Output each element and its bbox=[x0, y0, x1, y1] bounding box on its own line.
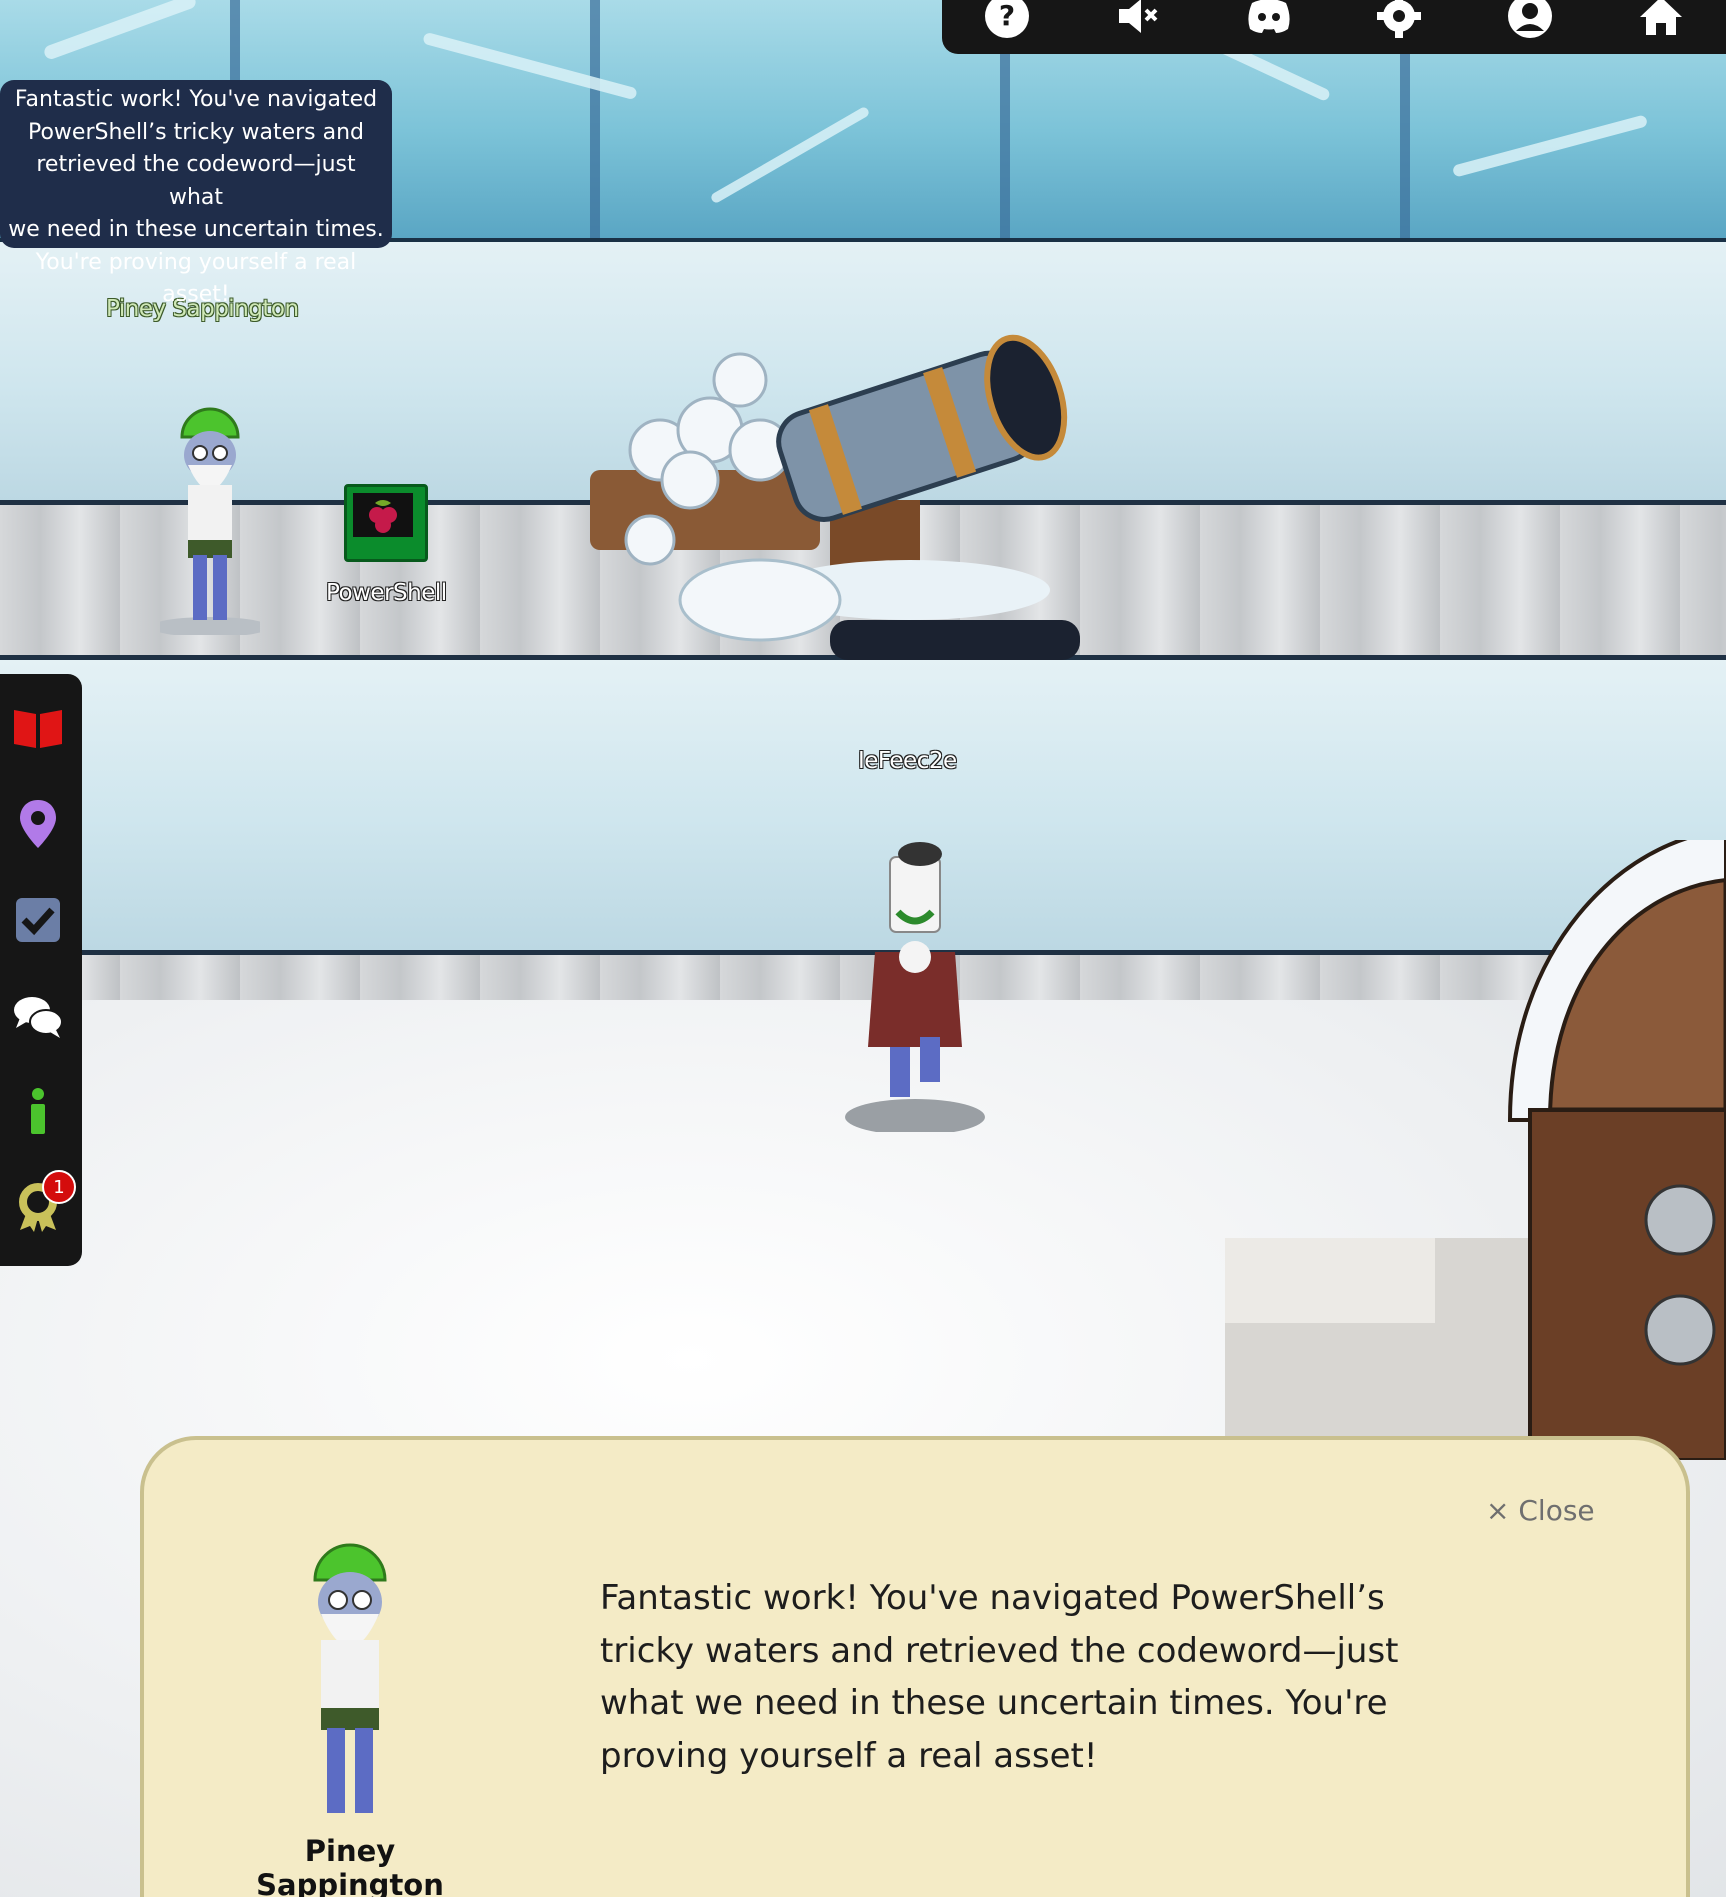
checkbox-icon[interactable] bbox=[8, 890, 68, 950]
settings-icon[interactable] bbox=[1375, 0, 1423, 51]
ice-crack bbox=[1451, 114, 1649, 178]
dialog-portrait bbox=[313, 1543, 387, 1813]
speech-line: Fantastic work! You've navigated bbox=[14, 87, 378, 112]
dialog-text: Fantastic work! You've navigated PowerSh… bbox=[600, 1578, 1399, 1776]
paving-stones bbox=[1225, 1238, 1435, 1323]
snowball-cannon bbox=[590, 334, 1080, 660]
left-sidebar: 1 bbox=[0, 674, 82, 1266]
terminal-name-label: PowerShell bbox=[326, 580, 447, 606]
speech-line: PowerShell’s tricky waters and bbox=[27, 119, 364, 145]
help-icon[interactable]: ? bbox=[983, 0, 1031, 51]
top-toolbar: ? bbox=[942, 0, 1726, 54]
account-icon[interactable] bbox=[1506, 0, 1554, 51]
npc-piney-sappington[interactable] bbox=[160, 405, 260, 635]
map-pin-icon[interactable] bbox=[8, 794, 68, 854]
close-button[interactable]: × Close bbox=[1486, 1494, 1595, 1527]
speech-line: we need in these uncertain times. bbox=[8, 217, 384, 242]
npc-speech-bubble: Fantastic work! You've navigated PowerSh… bbox=[0, 80, 392, 307]
mute-icon[interactable] bbox=[1114, 0, 1162, 51]
game-scene[interactable]: Piney Sappington PowerShell IeFeec2e Fan… bbox=[0, 0, 1726, 1897]
achievement-badge: 1 bbox=[42, 1170, 76, 1204]
powershell-terminal[interactable] bbox=[344, 484, 428, 562]
discord-icon[interactable] bbox=[1245, 0, 1293, 51]
ice-crack bbox=[709, 105, 871, 205]
snow-house bbox=[1507, 840, 1726, 1460]
home-icon[interactable] bbox=[1637, 0, 1685, 51]
book-icon[interactable] bbox=[8, 698, 68, 758]
speech-line: retrieved the codeword—just what bbox=[36, 152, 356, 210]
chat-icon[interactable] bbox=[8, 986, 68, 1046]
raspberry-icon bbox=[353, 493, 413, 537]
info-icon[interactable] bbox=[8, 1082, 68, 1142]
ice-bar bbox=[590, 0, 600, 238]
player-avatar[interactable] bbox=[840, 832, 990, 1132]
speech-line: You're proving yourself a real asset! bbox=[35, 249, 357, 308]
ice-crack bbox=[42, 0, 198, 61]
achievement-icon[interactable]: 1 bbox=[8, 1170, 76, 1238]
svg-text:?: ? bbox=[999, 0, 1015, 32]
dialog-speaker-name: Piney Sappington bbox=[256, 1834, 444, 1897]
ice-crack bbox=[422, 31, 638, 101]
player-name-label: IeFeec2e bbox=[858, 748, 957, 774]
